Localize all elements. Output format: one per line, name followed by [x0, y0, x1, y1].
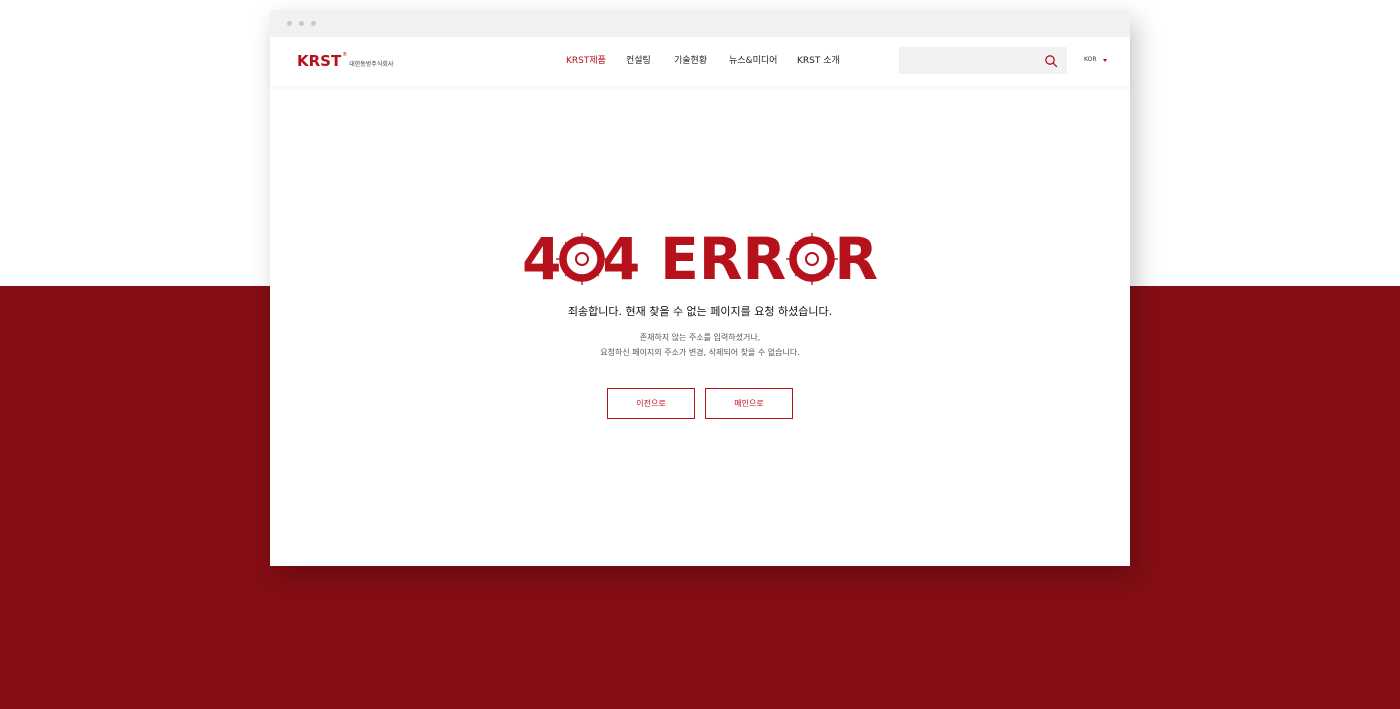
logo-mark: KRST [297, 52, 342, 70]
logo-registered-mark: ® [342, 52, 348, 58]
error-404-heading: 404 ERROR [522, 228, 878, 290]
window-dot-icon [311, 21, 316, 26]
error-title: 죄송합니다. 현재 찾을 수 없는 페이지를 요청 하셨습니다. [567, 305, 833, 318]
krst-logo[interactable]: KRST ® 대한동방주식회사 [297, 52, 393, 70]
menu-item-products[interactable]: KRST제품 [566, 55, 626, 67]
logo-company-name: 대한동방주식회사 [349, 61, 394, 68]
error-description-line: 요청하신 페이지의 주소가 변경, 삭제되어 찾을 수 없습니다. [600, 348, 800, 357]
search-input[interactable] [899, 47, 1067, 74]
search-icon[interactable] [1044, 54, 1058, 68]
window-titlebar [270, 10, 1130, 37]
error-description-line: 존재하지 않는 주소를 입력하셨거나, [639, 333, 761, 342]
window-dot-icon [287, 21, 292, 26]
browser-window: KRST ® 대한동방주식회사 KRST제품 컨설팅 기술현황 뉴스&미디어 K… [270, 10, 1130, 566]
menu-item-consulting[interactable]: 컨설팅 [626, 55, 674, 67]
main-menu: KRST제품 컨설팅 기술현황 뉴스&미디어 KRST 소개 [566, 55, 847, 67]
language-label: KOR [1084, 56, 1097, 63]
language-selector[interactable]: KOR [1084, 56, 1107, 64]
go-back-button[interactable]: 이전으로 [607, 388, 695, 419]
window-dot-icon [299, 21, 304, 26]
menu-item-technology[interactable]: 기술현황 [674, 55, 729, 67]
site-header: KRST ® 대한동방주식회사 KRST제품 컨설팅 기술현황 뉴스&미디어 K… [270, 37, 1130, 86]
menu-item-news-media[interactable]: 뉴스&미디어 [729, 55, 797, 67]
go-home-button[interactable]: 메인으로 [705, 388, 793, 419]
menu-item-about[interactable]: KRST 소개 [797, 55, 847, 67]
caret-down-icon [1102, 58, 1107, 62]
error-description: 존재하지 않는 주소를 입력하셨거나, 요청하신 페이지의 주소가 변경, 삭제… [270, 330, 1130, 360]
